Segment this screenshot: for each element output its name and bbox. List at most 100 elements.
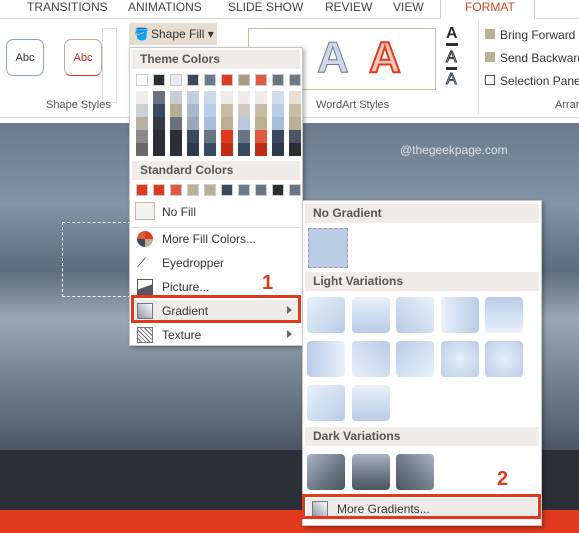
theme-shade-swatch[interactable] — [272, 143, 284, 156]
light-gradient-swatch[interactable] — [440, 297, 479, 333]
text-effects-icon[interactable]: A — [446, 71, 458, 89]
theme-shade-swatch[interactable] — [187, 117, 199, 130]
theme-shade-swatch[interactable] — [136, 104, 148, 117]
theme-shade-swatch[interactable] — [272, 91, 284, 104]
standard-color-swatch[interactable] — [238, 184, 250, 196]
theme-shade-swatch[interactable] — [187, 104, 199, 117]
theme-shade-swatch[interactable] — [221, 91, 233, 104]
selection-pane-button[interactable]: Selection Pane — [485, 74, 579, 88]
theme-shade-swatch[interactable] — [187, 130, 199, 143]
light-gradient-swatch[interactable] — [485, 341, 523, 377]
tab-transitions[interactable]: TRANSITIONS — [27, 0, 108, 14]
theme-shade-swatch[interactable] — [238, 130, 250, 143]
theme-shade-swatch[interactable] — [153, 91, 165, 104]
theme-shade-swatch[interactable] — [238, 117, 250, 130]
light-gradient-swatch[interactable] — [351, 341, 390, 377]
theme-shade-swatch[interactable] — [221, 143, 233, 156]
theme-color-swatch[interactable] — [289, 74, 301, 86]
theme-shade-swatch[interactable] — [289, 91, 301, 104]
light-gradient-swatch[interactable] — [351, 297, 390, 333]
theme-shade-swatch[interactable] — [136, 143, 148, 156]
text-fill-icon[interactable]: A — [446, 25, 458, 46]
theme-shade-swatch[interactable] — [153, 130, 165, 143]
theme-shade-swatch[interactable] — [272, 104, 284, 117]
standard-color-swatch[interactable] — [187, 184, 199, 196]
theme-color-swatch[interactable] — [136, 74, 148, 86]
theme-shade-swatch[interactable] — [204, 104, 216, 117]
standard-color-swatch[interactable] — [204, 184, 216, 196]
theme-color-swatch[interactable] — [170, 74, 182, 86]
theme-shade-swatch[interactable] — [170, 117, 182, 130]
light-gradient-swatch[interactable] — [307, 341, 345, 377]
theme-color-swatch[interactable] — [221, 74, 233, 86]
theme-shade-swatch[interactable] — [136, 117, 148, 130]
standard-color-swatch[interactable] — [255, 184, 267, 196]
light-gradient-swatch[interactable] — [396, 341, 434, 377]
tab-review[interactable]: REVIEW — [325, 0, 372, 14]
tab-animations[interactable]: ANIMATIONS — [128, 0, 202, 14]
theme-shade-swatch[interactable] — [272, 130, 284, 143]
standard-color-swatch[interactable] — [221, 184, 233, 196]
no-gradient-swatch[interactable] — [308, 228, 348, 268]
theme-shade-swatch[interactable] — [238, 143, 250, 156]
wordart-style-1[interactable]: A — [317, 33, 350, 83]
theme-shade-swatch[interactable] — [221, 130, 233, 143]
theme-shade-swatch[interactable] — [136, 130, 148, 143]
standard-color-swatch[interactable] — [136, 184, 148, 196]
theme-shade-swatch[interactable] — [204, 91, 216, 104]
dark-gradient-swatch[interactable] — [307, 454, 345, 490]
gallery-scroll[interactable] — [102, 28, 117, 103]
standard-color-swatch[interactable] — [289, 184, 301, 196]
theme-shade-swatch[interactable] — [153, 143, 165, 156]
send-backward-button[interactable]: Send Backward — [485, 51, 579, 65]
theme-shade-swatch[interactable] — [170, 91, 182, 104]
theme-shade-swatch[interactable] — [136, 91, 148, 104]
theme-shade-swatch[interactable] — [238, 104, 250, 117]
light-gradient-swatch[interactable] — [307, 297, 345, 333]
standard-color-swatch[interactable] — [272, 184, 284, 196]
theme-shade-swatch[interactable] — [204, 117, 216, 130]
theme-shade-swatch[interactable] — [170, 104, 182, 117]
shape-style-1[interactable]: Abc — [6, 39, 44, 76]
theme-shade-swatch[interactable] — [255, 130, 267, 143]
theme-shade-swatch[interactable] — [187, 91, 199, 104]
theme-shade-swatch[interactable] — [289, 104, 301, 117]
text-outline-icon[interactable]: A — [446, 49, 457, 70]
light-gradient-swatch[interactable] — [351, 385, 390, 421]
theme-shade-swatch[interactable] — [221, 104, 233, 117]
dark-gradient-swatch[interactable] — [351, 454, 390, 490]
theme-shade-swatch[interactable] — [170, 130, 182, 143]
wordart-style-2[interactable]: A — [368, 32, 402, 83]
shape-style-2[interactable]: Abc — [64, 39, 102, 76]
theme-shade-swatch[interactable] — [204, 143, 216, 156]
theme-color-swatch[interactable] — [272, 74, 284, 86]
theme-shade-swatch[interactable] — [238, 91, 250, 104]
shape-fill-button[interactable]: 🪣 Shape Fill ▾ — [129, 23, 217, 45]
theme-shade-swatch[interactable] — [255, 104, 267, 117]
theme-shade-swatch[interactable] — [255, 117, 267, 130]
menu-item-no-fill[interactable]: No Fill — [132, 201, 300, 223]
dark-gradient-swatch[interactable] — [396, 454, 434, 490]
theme-shade-swatch[interactable] — [255, 143, 267, 156]
standard-color-swatch[interactable] — [153, 184, 165, 196]
theme-color-swatch[interactable] — [238, 74, 250, 86]
theme-shade-swatch[interactable] — [289, 130, 301, 143]
light-gradient-swatch[interactable] — [396, 297, 434, 333]
theme-shade-swatch[interactable] — [272, 117, 284, 130]
tab-format[interactable]: FORMAT — [465, 0, 515, 14]
theme-shade-swatch[interactable] — [153, 117, 165, 130]
theme-color-swatch[interactable] — [204, 74, 216, 86]
theme-shade-swatch[interactable] — [221, 117, 233, 130]
theme-color-swatch[interactable] — [255, 74, 267, 86]
menu-item-more-fill-colors[interactable]: More Fill Colors... — [132, 228, 300, 250]
bring-forward-button[interactable]: Bring Forward — [485, 28, 575, 42]
theme-shade-swatch[interactable] — [204, 130, 216, 143]
menu-item-eyedropper[interactable]: ⟋ Eyedropper — [132, 252, 300, 274]
theme-shade-swatch[interactable] — [187, 143, 199, 156]
light-gradient-swatch[interactable] — [485, 297, 523, 333]
light-gradient-swatch[interactable] — [307, 385, 345, 421]
theme-shade-swatch[interactable] — [289, 117, 301, 130]
menu-item-texture[interactable]: Texture — [132, 324, 300, 346]
tab-slide-show[interactable]: SLIDE SHOW — [228, 0, 303, 14]
theme-shade-swatch[interactable] — [289, 143, 301, 156]
